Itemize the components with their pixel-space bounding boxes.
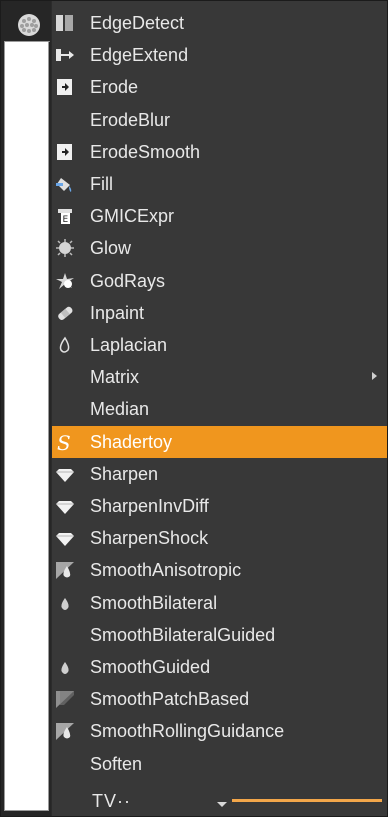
menu-item-godrays[interactable]: GodRays: [52, 265, 387, 297]
menu-item-label: ErodeBlur: [90, 109, 171, 130]
submenu-arrow-icon: [372, 372, 377, 381]
menu-item-smoothguided[interactable]: SmoothGuided: [52, 651, 387, 683]
laplacian-icon: [55, 335, 75, 355]
drop-icon: [55, 593, 75, 613]
toolbar-strip: [1, 1, 51, 816]
menu-item-label: SmoothRollingGuidance: [90, 721, 285, 742]
menu-item-smoothanisotropic[interactable]: SmoothAnisotropic: [52, 554, 387, 586]
menu-item-label: SmoothPatchBased: [90, 689, 250, 710]
menu-item-label: Glow: [90, 238, 132, 259]
side-panel: [4, 41, 49, 811]
menu-item-smoothbilateralguided[interactable]: SmoothBilateralGuided: [52, 619, 387, 651]
erode-icon: [55, 77, 75, 97]
svg-text:E: E: [63, 215, 69, 225]
diamond-icon: [55, 496, 75, 516]
menu-item-shadertoy[interactable]: S Shadertoy: [52, 425, 387, 458]
menu-item-label: GodRays: [90, 270, 166, 291]
menu-item-matrix[interactable]: Matrix: [52, 361, 387, 393]
menu-item-label: SmoothBilateralGuided: [90, 624, 276, 645]
drop-icon: [55, 657, 75, 677]
menu-item-label: Erode: [90, 77, 139, 98]
menu-item-label: SmoothBilateral: [90, 592, 218, 613]
filter-menu: EdgeDetect EdgeExtend Erode ErodeBlur ErodeS…: [52, 1, 387, 816]
partial-menu-item-label: TV··: [92, 791, 131, 811]
godrays-icon: [55, 271, 75, 291]
bandage-icon: [55, 303, 75, 323]
erode-smooth-icon: [55, 142, 75, 162]
menu-item-smoothrollingguidance[interactable]: SmoothRollingGuidance: [52, 715, 387, 747]
menu-item-label: Matrix: [90, 367, 139, 388]
menu-item-sharpen[interactable]: Sharpen: [52, 458, 387, 490]
menu-item-label: Sharpen: [90, 463, 159, 484]
scroll-down-arrow-icon[interactable]: [217, 802, 227, 807]
smooth-anisotropic-icon: [55, 560, 75, 580]
menu-item-glow[interactable]: Glow: [52, 232, 387, 264]
menu-item-label: Shadertoy: [90, 431, 173, 452]
menu-item-label: GMICExpr: [90, 206, 175, 227]
menu-item-erodeblur[interactable]: ErodeBlur: [52, 104, 387, 136]
smooth-patch-icon: [55, 689, 75, 709]
diamond-icon: [55, 464, 75, 484]
menu-item-erodesmooth[interactable]: ErodeSmooth: [52, 136, 387, 168]
menu-item-laplacian[interactable]: Laplacian: [52, 329, 387, 361]
menu-item-label: SharpenShock: [90, 528, 209, 549]
gmic-icon: E: [55, 206, 75, 226]
node-menu-window: EdgeDetect EdgeExtend Erode ErodeBlur ErodeS…: [0, 0, 388, 817]
menu-item-label: Laplacian: [90, 335, 168, 355]
menu-scroll-down[interactable]: TV··: [52, 791, 387, 816]
menu-item-gmicexpr[interactable]: E GMICExpr: [52, 200, 387, 232]
menu-item-label: ErodeSmooth: [90, 141, 201, 162]
menu-item-sharpeninvdiff[interactable]: SharpenInvDiff: [52, 490, 387, 522]
menu-item-label: EdgeExtend: [90, 45, 189, 66]
menu-item-sharpenshock[interactable]: SharpenShock: [52, 522, 387, 554]
menu-item-label: Fill: [90, 174, 113, 194]
menu-item-inpaint[interactable]: Inpaint: [52, 297, 387, 329]
menu-item-label: EdgeDetect: [90, 13, 185, 33]
svg-text:S: S: [57, 432, 71, 452]
glow-icon: [55, 238, 75, 258]
node-gear-icon[interactable]: [11, 7, 51, 45]
menu-item-smoothbilateral[interactable]: SmoothBilateral: [52, 587, 387, 619]
menu-item-label: Inpaint: [90, 302, 145, 323]
fill-bucket-icon: [55, 174, 75, 194]
menu-item-erode[interactable]: Erode: [52, 71, 387, 103]
shadertoy-icon: S: [55, 431, 75, 455]
diamond-icon: [55, 528, 75, 548]
menu-item-fill[interactable]: Fill: [52, 168, 387, 200]
menu-item-median[interactable]: Median: [52, 393, 387, 425]
menu-item-edgeextend[interactable]: EdgeExtend: [52, 39, 387, 71]
scroll-indicator-bar: [232, 799, 382, 802]
edge-extend-icon: [55, 45, 75, 65]
menu-item-label: SmoothGuided: [90, 657, 211, 677]
menu-item-label: SharpenInvDiff: [90, 496, 209, 516]
menu-item-soften[interactable]: Soften: [52, 748, 387, 780]
menu-item-label: Median: [90, 399, 150, 420]
edge-detect-icon: [55, 13, 75, 33]
menu-item-label: Soften: [90, 753, 143, 774]
menu-item-smoothpatchbased[interactable]: SmoothPatchBased: [52, 683, 387, 715]
menu-item-edgedetect[interactable]: EdgeDetect: [52, 7, 387, 39]
smooth-anisotropic-icon: [55, 721, 75, 741]
menu-item-label: SmoothAnisotropic: [90, 560, 242, 581]
